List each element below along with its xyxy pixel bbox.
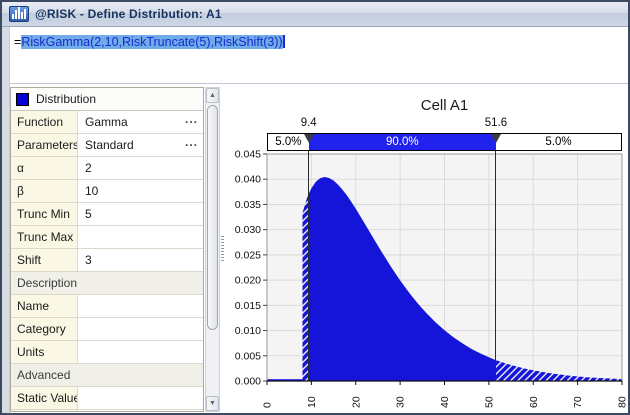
- x-tick-label: 70: [572, 396, 584, 408]
- panel-field-row: Trunc Min 5: [11, 203, 203, 226]
- field-value[interactable]: [78, 410, 203, 411]
- x-tick-label: 30: [395, 396, 407, 408]
- field-label: Function: [11, 111, 78, 133]
- formula-input[interactable]: =RiskGamma(2,10,RiskTruncate(5),RiskShif…: [14, 35, 624, 49]
- y-tick-label: 0.035: [235, 199, 261, 211]
- field-value[interactable]: 10: [78, 180, 203, 202]
- panel-field-row: Parameters Standard...: [11, 134, 203, 157]
- scroll-down-button[interactable]: ▼: [206, 396, 219, 411]
- x-tick-label: 10: [306, 396, 318, 408]
- field-value-text: Gamma: [85, 115, 128, 129]
- right-percentile-delimiter[interactable]: [495, 151, 497, 381]
- field-label: [11, 410, 78, 411]
- section-label: Advanced: [17, 368, 71, 382]
- field-value[interactable]: 2: [78, 157, 203, 179]
- right-percentile-value: 51.6: [484, 117, 508, 129]
- field-label: β: [11, 180, 78, 202]
- panel-field-row: Trunc Max: [11, 226, 203, 249]
- field-value[interactable]: [78, 387, 203, 409]
- panel-field-row: Category: [11, 318, 203, 341]
- x-axis: 0 10 20 30 40 50 60 70 80: [262, 381, 629, 408]
- y-tick-label: 0.045: [235, 149, 261, 161]
- panel-section-header: Description: [11, 272, 203, 295]
- panel-field-row: [11, 410, 203, 411]
- right-delimiter-handle[interactable]: [490, 134, 501, 143]
- field-label: Trunc Min: [11, 203, 78, 225]
- formula-bar: =RiskGamma(2,10,RiskTruncate(5),RiskShif…: [2, 27, 628, 84]
- band-middle-percent-label: 90.0%: [386, 136, 419, 148]
- y-tick-label: 0.030: [235, 224, 261, 236]
- risk-histogram-icon: [9, 6, 29, 22]
- panel-field-row: Name: [11, 295, 203, 318]
- field-value-text: 2: [85, 161, 92, 175]
- x-tick-label: 80: [617, 396, 629, 408]
- panel-field-row: Shift 3: [11, 249, 203, 272]
- panel-field-row: Static Value: [11, 387, 203, 410]
- field-label: Shift: [11, 249, 78, 271]
- panel-field-row: α2: [11, 157, 203, 180]
- field-label: α: [11, 157, 78, 179]
- formula-selected-text: RiskGamma(2,10,RiskTruncate(5),RiskShift…: [21, 35, 283, 49]
- y-tick-label: 0.020: [235, 275, 261, 287]
- field-value-text: Standard: [85, 138, 134, 152]
- field-value-text: 5: [85, 207, 92, 221]
- distribution-properties-panel: Distribution Function Gamma... Parameters S…: [10, 87, 204, 412]
- field-value[interactable]: Gamma...: [78, 111, 203, 133]
- more-options-button[interactable]: ...: [185, 135, 198, 149]
- field-value[interactable]: [78, 295, 203, 317]
- chart-title: Cell A1: [420, 97, 469, 114]
- field-label: Name: [11, 295, 78, 317]
- scrollbar-thumb[interactable]: [207, 105, 218, 330]
- field-label: Parameters: [11, 134, 78, 156]
- main-area: Distribution Function Gamma... Parameters S…: [2, 84, 628, 412]
- risk-define-distribution-window: @RISK - Define Distribution: A1 =RiskGam…: [0, 0, 630, 415]
- text-caret: [282, 35, 285, 48]
- y-tick-label: 0.000: [235, 376, 261, 388]
- x-tick-label: 60: [528, 396, 540, 408]
- field-label: Category: [11, 318, 78, 340]
- band-right-percent-label: 5.0%: [545, 136, 572, 148]
- panel-field-row: Units: [11, 341, 203, 364]
- y-tick-label: 0.010: [235, 325, 261, 337]
- field-label: Units: [11, 341, 78, 363]
- scroll-up-button[interactable]: ▲: [206, 88, 219, 103]
- panel-section-header: Advanced: [11, 364, 203, 387]
- panel-rows: Function Gamma... Parameters Standard... α 2 β…: [11, 111, 203, 411]
- title-bar[interactable]: @RISK - Define Distribution: A1: [2, 2, 628, 27]
- panel-header: Distribution: [11, 88, 203, 111]
- panel-scrollbar[interactable]: ▲ ▼: [205, 87, 220, 412]
- left-delimiter-handle[interactable]: [303, 134, 314, 143]
- x-tick-label: 20: [350, 396, 362, 408]
- panel-header-label: Distribution: [36, 92, 97, 106]
- y-tick-label: 0.005: [235, 350, 261, 362]
- field-value[interactable]: 3: [78, 249, 203, 271]
- field-value[interactable]: [78, 226, 203, 248]
- field-value[interactable]: [78, 341, 203, 363]
- field-label: Trunc Max: [11, 226, 78, 248]
- field-value-text: 10: [85, 184, 99, 198]
- field-value[interactable]: [78, 318, 203, 340]
- y-axis: 0.000 0.005 0.010 0.015 0.020 0.025 0.030 0.035…: [235, 149, 267, 388]
- x-tick-label: 0: [262, 402, 274, 408]
- y-tick-label: 0.015: [235, 300, 261, 312]
- more-options-button[interactable]: ...: [185, 112, 198, 126]
- y-tick-label: 0.040: [235, 174, 261, 186]
- y-tick-label: 0.025: [235, 249, 261, 261]
- field-value-text: 3: [85, 253, 92, 267]
- panel-field-row: Function Gamma...: [11, 111, 203, 134]
- left-percentile-value: 9.4: [300, 117, 317, 129]
- x-tick-label: 50: [483, 396, 495, 408]
- chart-area: 0.000 0.005 0.010 0.015 0.020 0.025 0.030 0.035…: [224, 84, 628, 412]
- panel-field-row: β 10: [11, 180, 203, 203]
- field-value[interactable]: 5: [78, 203, 203, 225]
- field-label: Static Value: [11, 387, 78, 409]
- window-left-margin: [2, 27, 10, 413]
- x-tick-label: 40: [439, 396, 451, 408]
- section-label: Description: [17, 276, 78, 290]
- window-title: @RISK - Define Distribution: A1: [35, 7, 222, 21]
- distribution-color-swatch: [16, 92, 29, 106]
- left-percentile-delimiter[interactable]: [308, 151, 310, 381]
- band-left-percent-label: 5.0%: [275, 136, 302, 148]
- field-value[interactable]: Standard...: [78, 134, 203, 156]
